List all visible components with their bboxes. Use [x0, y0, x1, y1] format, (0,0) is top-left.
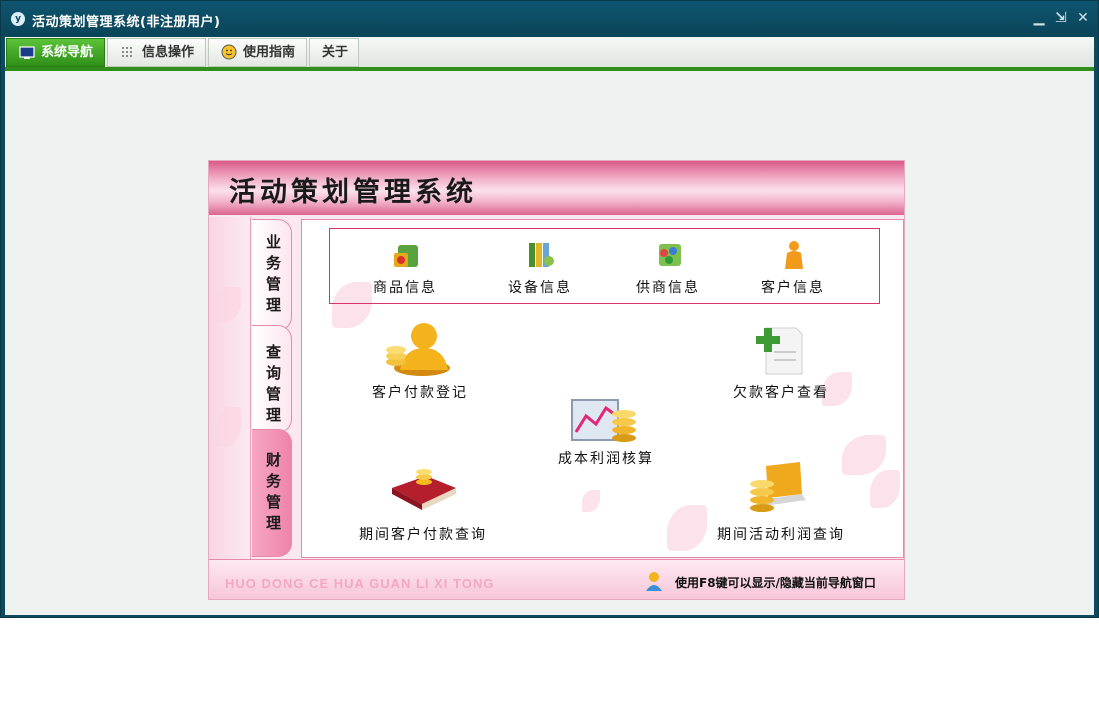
supplier-icon — [659, 244, 681, 266]
finance-item-label: 成本利润核算 — [558, 451, 654, 467]
basic-info-box: 商品信息 设备信息 供商信息 客户信息 — [329, 228, 880, 304]
finance-item-label: 客户付款登记 — [372, 385, 468, 401]
sidetab-finance[interactable]: 财务管理 — [252, 429, 292, 557]
sidetab-label: 财务管理 — [264, 452, 282, 536]
profit-chart-icon — [571, 399, 636, 442]
sidetab-business[interactable]: 业务管理 — [252, 219, 292, 331]
petal-decoration — [211, 287, 241, 323]
tab-label: 系统导航 — [41, 45, 94, 60]
panel-header: 活动策划管理系统 — [209, 161, 904, 215]
close-icon[interactable]: ✕ — [1075, 10, 1091, 26]
period-profit-query-button[interactable]: 期间活动利润查询 — [706, 458, 856, 546]
tab-user-guide[interactable]: 使用指南 — [208, 38, 307, 67]
footer-hint-text: 使用F8键可以显示/隐藏当前导航窗口 — [675, 576, 876, 590]
title-bar: y 活动策划管理系统(非注册用户) ▁ ⇲ ✕ — [1, 1, 1098, 37]
tab-label: 使用指南 — [243, 45, 296, 60]
info-item-label: 客户信息 — [761, 280, 825, 296]
equipment-icon — [529, 243, 554, 267]
monitor-icon — [19, 46, 35, 59]
hint-user-icon — [646, 572, 662, 591]
customer-info-button[interactable]: 客户信息 — [748, 235, 838, 297]
grid-icon — [122, 47, 132, 57]
finance-item-label: 期间客户付款查询 — [359, 527, 487, 543]
app-logo-icon: y — [11, 12, 25, 26]
equipment-info-button[interactable]: 设备信息 — [495, 235, 585, 297]
tab-label: 关于 — [322, 45, 349, 60]
goods-icon — [394, 245, 418, 267]
petal-decoration — [215, 407, 241, 447]
petal-decoration — [667, 505, 707, 551]
customer-payment-icon — [386, 323, 450, 376]
debt-customers-button[interactable]: 欠款客户查看 — [716, 322, 846, 406]
tab-info-ops[interactable]: 信息操作 — [107, 38, 206, 67]
info-item-label: 供商信息 — [636, 280, 700, 296]
supplier-info-button[interactable]: 供商信息 — [623, 235, 713, 297]
sidetab-label: 业务管理 — [264, 234, 282, 318]
goods-info-button[interactable]: 商品信息 — [360, 235, 450, 297]
petal-decoration — [870, 470, 900, 508]
tab-label: 信息操作 — [142, 45, 195, 60]
panel-title: 活动策划管理系统 — [229, 177, 477, 208]
petal-decoration — [582, 490, 600, 512]
period-payment-query-button[interactable]: 期间客户付款查询 — [348, 458, 498, 546]
info-item-label: 商品信息 — [373, 280, 437, 296]
nav-panel: 活动策划管理系统 业务管理 查询管理 财务管理 商品信息 设备信息 供商信息 客… — [208, 160, 905, 600]
smiley-icon — [221, 44, 237, 60]
payment-book-icon — [392, 469, 456, 510]
finance-item-label: 期间活动利润查询 — [717, 527, 845, 543]
window-title: 活动策划管理系统(非注册用户) — [32, 15, 221, 30]
side-column — [209, 217, 251, 559]
laptop-coins-icon — [750, 462, 806, 512]
footer-pinyin-text: HUO DONG CE HUA GUAN LI XI TONG — [225, 576, 495, 591]
payment-register-button[interactable]: 客户付款登记 — [360, 318, 480, 406]
menu-bar: 系统导航 信息操作 使用指南 关于 — [5, 37, 1094, 67]
main-area: 商品信息 设备信息 供商信息 客户信息 客户付款登记 欠款客户查看 成本利润核算… — [301, 219, 904, 558]
sidetab-query[interactable]: 查询管理 — [252, 325, 292, 433]
finance-item-label: 欠款客户查看 — [733, 385, 829, 401]
tab-system-nav[interactable]: 系统导航 — [6, 38, 105, 67]
sidetab-label: 查询管理 — [264, 344, 282, 428]
cost-profit-button[interactable]: 成本利润核算 — [546, 390, 666, 470]
customer-icon — [785, 241, 803, 269]
tab-about[interactable]: 关于 — [309, 38, 359, 67]
minimize-icon[interactable]: ▁ — [1031, 10, 1047, 26]
add-document-icon — [756, 327, 803, 375]
restore-icon[interactable]: ⇲ — [1053, 10, 1069, 26]
panel-footer: HUO DONG CE HUA GUAN LI XI TONG 使用F8键可以显… — [209, 559, 904, 599]
info-item-label: 设备信息 — [508, 280, 572, 296]
